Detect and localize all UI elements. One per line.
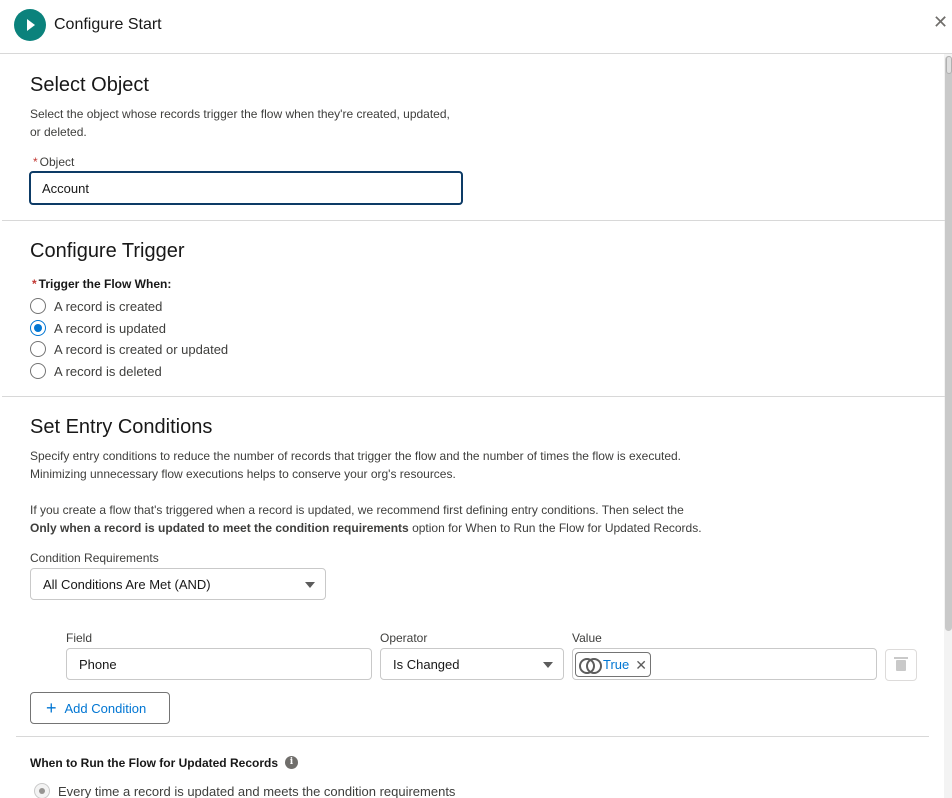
- entry-conditions-desc-line3: If you create a flow that's triggered wh…: [30, 503, 684, 517]
- radio-record-created[interactable]: A record is created: [30, 297, 162, 315]
- entry-conditions-desc-line1: Specify entry conditions to reduce the n…: [30, 449, 682, 463]
- required-asterisk: *: [33, 155, 38, 169]
- close-icon[interactable]: ✕: [933, 13, 948, 31]
- select-object-description: Select the object whose records trigger …: [30, 107, 450, 139]
- radio-label: A record is created: [54, 298, 163, 314]
- scrollbar-up-arrow[interactable]: [946, 56, 952, 74]
- radio-record-deleted[interactable]: A record is deleted: [30, 362, 162, 380]
- value-pill[interactable]: True ✕: [575, 652, 651, 677]
- bold-option-name: Only when a record is updated to meet th…: [30, 521, 409, 535]
- field-input[interactable]: Phone: [66, 648, 372, 680]
- add-condition-button[interactable]: + Add Condition: [30, 692, 170, 724]
- entry-conditions-desc-line4: Only when a record is updated to meet th…: [30, 519, 702, 537]
- boolean-icon: [579, 657, 602, 674]
- radio-record-updated[interactable]: A record is updated: [30, 319, 166, 337]
- condition-requirements-select[interactable]: All Conditions Are Met (AND): [30, 568, 326, 600]
- radio-button-selected[interactable]: [30, 320, 46, 336]
- select-object-heading: Select Object: [30, 74, 149, 96]
- info-icon[interactable]: i: [285, 756, 298, 769]
- modal-title: Configure Start: [54, 16, 162, 33]
- radio-button-selected[interactable]: [34, 783, 50, 798]
- delete-condition-button[interactable]: [885, 649, 917, 681]
- object-label: * Object: [33, 155, 74, 169]
- chevron-down-icon: [543, 662, 553, 668]
- when-to-run-heading: When to Run the Flow for Updated Records: [30, 756, 278, 770]
- plus-icon: +: [46, 698, 57, 718]
- radio-label: A record is updated: [54, 320, 167, 336]
- entry-conditions-desc-line2: Minimizing unnecessary flow executions h…: [30, 467, 456, 481]
- operator-column-label: Operator: [380, 631, 428, 645]
- value-pill-label: True: [603, 657, 630, 672]
- radio-button[interactable]: [30, 298, 46, 314]
- section-divider: [2, 220, 945, 221]
- desc-line4-rest: option for When to Run the Flow for Upda…: [408, 521, 702, 535]
- condition-requirements-value: All Conditions Are Met (AND): [43, 576, 211, 592]
- object-label-text: Object: [39, 155, 75, 169]
- value-column-label: Value: [572, 631, 602, 645]
- section-divider: [2, 396, 945, 397]
- pill-remove-icon[interactable]: ✕: [635, 658, 647, 672]
- scrollbar-thumb[interactable]: [945, 56, 952, 631]
- modal-header: Configure Start ✕: [0, 0, 952, 54]
- condition-requirements-label: Condition Requirements: [30, 551, 159, 565]
- section-divider: [16, 736, 929, 737]
- required-asterisk: *: [32, 277, 37, 291]
- radio-every-time-updated[interactable]: Every time a record is updated and meets…: [34, 782, 455, 798]
- radio-button[interactable]: [30, 341, 46, 357]
- field-input-value: Phone: [79, 656, 117, 672]
- add-condition-label: Add Condition: [64, 700, 147, 716]
- trash-icon: [894, 656, 908, 671]
- radio-label: Every time a record is updated and meets…: [58, 783, 456, 798]
- radio-button[interactable]: [30, 363, 46, 379]
- field-column-label: Field: [66, 631, 93, 645]
- object-input[interactable]: Account: [29, 171, 463, 205]
- configure-trigger-heading: Configure Trigger: [30, 240, 185, 262]
- chevron-down-icon: [305, 582, 315, 588]
- operator-select-value: Is Changed: [393, 656, 460, 672]
- radio-label: A record is deleted: [54, 363, 162, 379]
- object-input-value: Account: [42, 180, 89, 196]
- trigger-label-text: Trigger the Flow When:: [38, 277, 172, 291]
- entry-conditions-heading: Set Entry Conditions: [30, 416, 213, 438]
- radio-record-created-or-updated[interactable]: A record is created or updated: [30, 340, 228, 358]
- radio-label: A record is created or updated: [54, 341, 229, 357]
- play-icon: [14, 9, 46, 41]
- operator-select[interactable]: Is Changed: [380, 648, 564, 680]
- trigger-label: * Trigger the Flow When:: [32, 277, 171, 291]
